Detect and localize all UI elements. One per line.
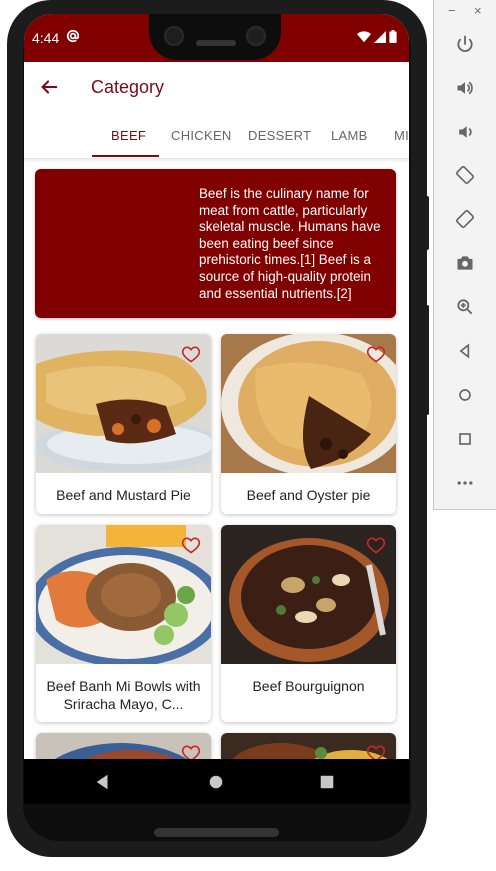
wifi-icon xyxy=(357,30,371,42)
meal-card[interactable]: Beef Bourguignon xyxy=(221,525,396,722)
front-camera-right xyxy=(246,26,266,46)
heart-outline-icon[interactable] xyxy=(181,535,201,555)
meal-title: Beef and Oyster pie xyxy=(246,487,371,503)
status-time: 4:44 xyxy=(32,30,60,46)
home-icon[interactable] xyxy=(450,380,480,410)
bottom-speaker xyxy=(154,828,279,837)
active-tab-indicator xyxy=(92,155,159,157)
meal-title: Beef and Mustard Pie xyxy=(56,487,191,503)
tab-beef[interactable]: BEEF xyxy=(111,128,146,143)
rotate-left-icon[interactable] xyxy=(450,160,480,190)
heart-outline-icon[interactable] xyxy=(366,344,386,364)
heart-outline-icon[interactable] xyxy=(366,535,386,555)
meal-title: Beef Bourguignon xyxy=(252,678,365,694)
recents-square-icon[interactable] xyxy=(318,773,336,791)
power-key xyxy=(424,196,429,250)
tab-lamb[interactable]: LAMB xyxy=(331,128,368,143)
tab-chicken[interactable]: CHICKEN xyxy=(171,128,232,143)
tab-miscellaneous[interactable]: MI xyxy=(394,128,409,143)
page-title: Category xyxy=(91,77,165,97)
at-sign-icon xyxy=(66,29,80,46)
signal-icon xyxy=(374,30,386,43)
app-screen: 4:44 Category BEEF CHICKEN DESSERT LAMB … xyxy=(24,14,409,804)
rotate-right-icon[interactable] xyxy=(450,204,480,234)
app-bar: Category xyxy=(24,62,409,110)
battery-icon xyxy=(389,30,397,43)
more-icon[interactable] xyxy=(450,468,480,498)
minimize-button[interactable]: − xyxy=(448,3,456,18)
earpiece-speaker xyxy=(196,40,236,46)
status-bar: 4:44 xyxy=(24,14,409,62)
emulator-panel: − × xyxy=(433,0,496,510)
camera-notch xyxy=(149,14,281,60)
back-triangle-icon[interactable] xyxy=(94,773,112,791)
volume-down-icon[interactable] xyxy=(450,117,480,147)
camera-icon[interactable] xyxy=(450,248,480,278)
power-icon[interactable] xyxy=(450,29,480,59)
category-description-card: Beef is the culinary name for meat from … xyxy=(35,169,396,318)
meal-card[interactable]: Beef and Mustard Pie xyxy=(36,334,211,514)
close-button[interactable]: × xyxy=(474,3,482,18)
back-icon[interactable] xyxy=(450,336,480,366)
meal-card[interactable]: Beef Banh Mi Bowls with Sriracha Mayo, C… xyxy=(36,525,211,722)
status-icons xyxy=(357,30,397,43)
system-nav-bar xyxy=(24,759,409,804)
zoom-icon[interactable] xyxy=(450,292,480,322)
meal-title: Beef Banh Mi Bowls with Sriracha Mayo, C… xyxy=(46,678,201,712)
front-camera-left xyxy=(164,26,184,46)
overview-icon[interactable] xyxy=(450,424,480,454)
home-circle-icon[interactable] xyxy=(207,773,225,791)
category-tabs: BEEF CHICKEN DESSERT LAMB MI xyxy=(24,112,409,159)
volume-up-icon[interactable] xyxy=(450,73,480,103)
tab-dessert[interactable]: DESSERT xyxy=(248,128,311,143)
back-arrow-icon[interactable] xyxy=(38,76,60,98)
meal-card[interactable]: Beef and Oyster pie xyxy=(221,334,396,514)
category-description: Beef is the culinary name for meat from … xyxy=(199,186,381,301)
heart-outline-icon[interactable] xyxy=(181,344,201,364)
volume-key xyxy=(424,305,429,415)
